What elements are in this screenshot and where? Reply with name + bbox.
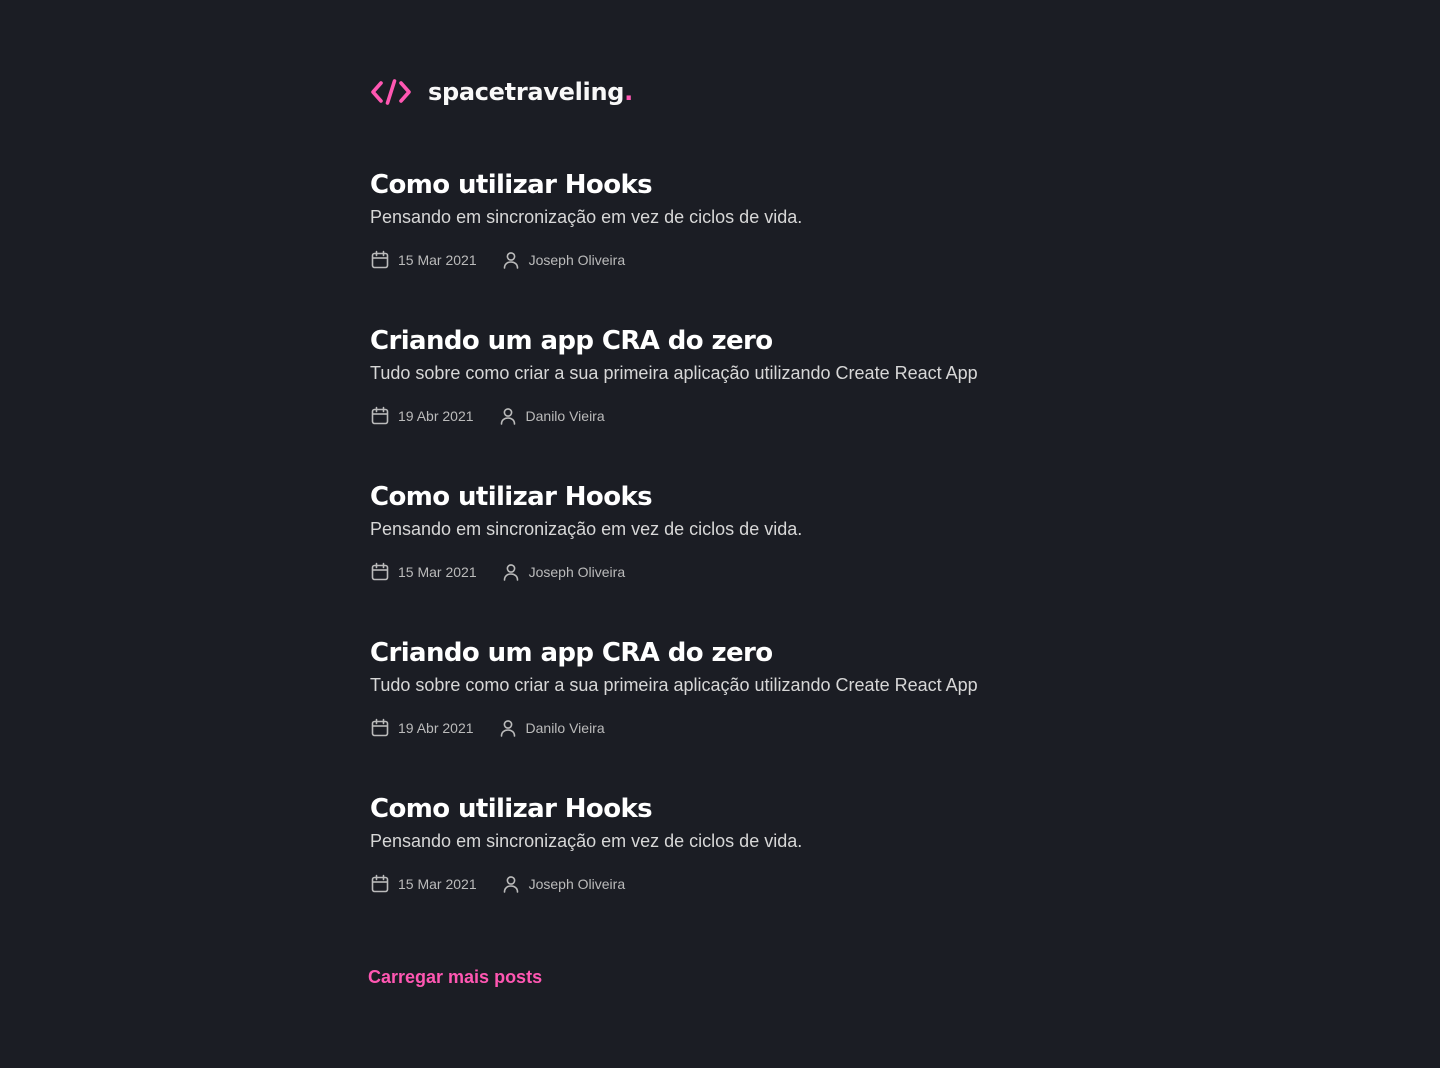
post-author: Joseph Oliveira [501, 874, 626, 894]
post-author-text: Joseph Oliveira [528, 564, 626, 580]
logo-dot: . [624, 78, 633, 106]
post-title[interactable]: Como utilizar Hooks [370, 168, 1070, 202]
user-icon [503, 876, 518, 893]
post-subtitle: Pensando em sincronização em vez de cicl… [370, 519, 803, 539]
post-title[interactable]: Como utilizar Hooks [370, 792, 1070, 826]
post-meta: 15 Mar 2021 Joseph Oliveira [370, 560, 1070, 584]
post-meta: 19 Abr 2021 Danilo Vieira [370, 404, 1070, 428]
post-subtitle: Pensando em sincronização em vez de cicl… [370, 831, 803, 851]
post-subtitle: Pensando em sincronização em vez de cicl… [370, 207, 803, 227]
post-subtitle: Tudo sobre como criar a sua primeira apl… [370, 675, 978, 695]
post-date-text: 15 Mar 2021 [398, 252, 477, 268]
post-date: 15 Mar 2021 [370, 874, 477, 894]
site-logo[interactable]: spacetraveling. [428, 77, 633, 107]
calendar-icon [371, 250, 389, 269]
calendar-icon [371, 874, 389, 893]
user-icon [503, 564, 518, 581]
post-author: Joseph Oliveira [501, 562, 626, 582]
post-author-text: Danilo Vieira [525, 720, 605, 736]
post-date-text: 19 Abr 2021 [398, 720, 474, 736]
post-author: Joseph Oliveira [501, 250, 626, 270]
post-date-text: 15 Mar 2021 [398, 876, 477, 892]
post-author: Danilo Vieira [498, 718, 605, 738]
post-subtitle: Tudo sobre como criar a sua primeira apl… [370, 363, 978, 383]
post-author-text: Joseph Oliveira [528, 252, 626, 268]
post-meta: 15 Mar 2021 Joseph Oliveira [370, 872, 1070, 896]
post-author-text: Danilo Vieira [525, 408, 605, 424]
calendar-icon [371, 562, 389, 581]
logo-name: spacetraveling [428, 78, 625, 106]
site-header: spacetraveling. [370, 76, 633, 108]
post-meta: 15 Mar 2021 Joseph Oliveira [370, 248, 1070, 272]
post-date: 15 Mar 2021 [370, 250, 477, 270]
post-item[interactable]: Criando um app CRA do zero Tudo sobre co… [370, 636, 1070, 740]
post-date: 19 Abr 2021 [370, 406, 474, 426]
load-more-button[interactable]: Carregar mais posts [368, 964, 542, 990]
post-item[interactable]: Criando um app CRA do zero Tudo sobre co… [370, 324, 1070, 428]
calendar-icon [371, 718, 389, 737]
post-date: 15 Mar 2021 [370, 562, 477, 582]
code-brackets-icon[interactable] [370, 77, 412, 107]
post-item[interactable]: Como utilizar Hooks Pensando em sincroni… [370, 480, 1070, 584]
post-title[interactable]: Como utilizar Hooks [370, 480, 1070, 514]
post-author-text: Joseph Oliveira [528, 876, 626, 892]
post-date-text: 19 Abr 2021 [398, 408, 474, 424]
post-item[interactable]: Como utilizar Hooks Pensando em sincroni… [370, 168, 1070, 272]
user-icon [500, 408, 515, 425]
post-title[interactable]: Criando um app CRA do zero [370, 636, 1070, 670]
post-title[interactable]: Criando um app CRA do zero [370, 324, 1070, 358]
post-item[interactable]: Como utilizar Hooks Pensando em sincroni… [370, 792, 1070, 896]
post-meta: 19 Abr 2021 Danilo Vieira [370, 716, 1070, 740]
post-author: Danilo Vieira [498, 406, 605, 426]
user-icon [500, 720, 515, 737]
user-icon [503, 252, 518, 269]
post-date: 19 Abr 2021 [370, 718, 474, 738]
post-date-text: 15 Mar 2021 [398, 564, 477, 580]
calendar-icon [371, 406, 389, 425]
